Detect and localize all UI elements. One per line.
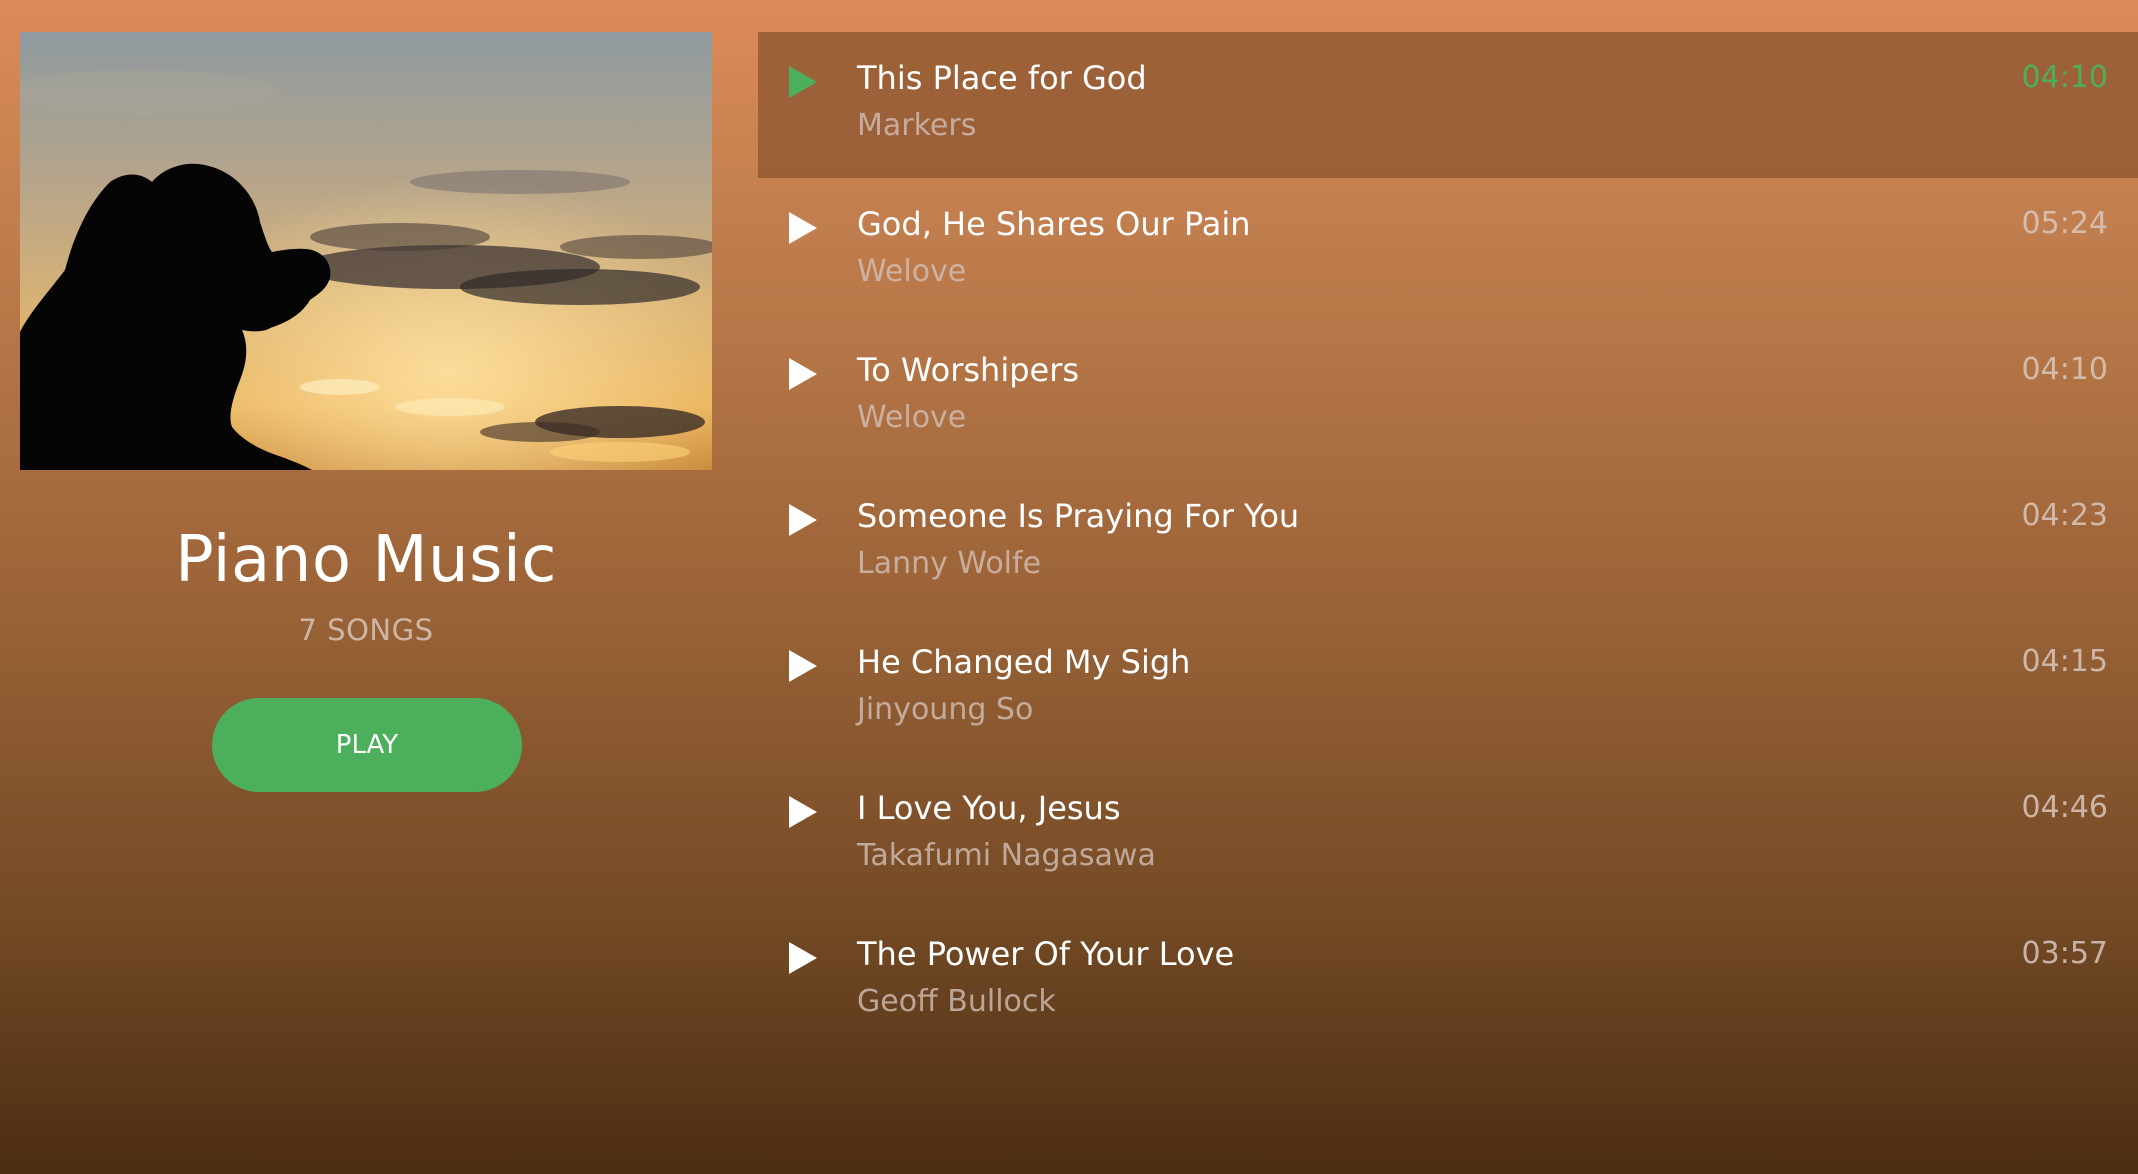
track-artist: Geoff Bullock bbox=[857, 984, 1056, 1019]
track-row[interactable]: To Worshipers Welove 04:10 bbox=[758, 324, 2138, 470]
track-list: This Place for God Markers 04:10 God, He… bbox=[758, 32, 2138, 1054]
play-icon[interactable] bbox=[787, 502, 819, 538]
track-duration: 04:23 bbox=[2021, 498, 2108, 533]
play-all-button[interactable]: PLAY bbox=[212, 698, 522, 792]
track-artist: Markers bbox=[857, 108, 977, 143]
track-row[interactable]: I Love You, Jesus Takafumi Nagasawa 04:4… bbox=[758, 762, 2138, 908]
track-artist: Welove bbox=[857, 400, 967, 435]
track-duration: 04:46 bbox=[2021, 790, 2108, 825]
playlist-title: Piano Music bbox=[175, 523, 557, 597]
play-icon[interactable] bbox=[787, 210, 819, 246]
track-row[interactable]: He Changed My Sigh Jinyoung So 04:15 bbox=[758, 616, 2138, 762]
track-artist: Welove bbox=[857, 254, 967, 289]
track-duration: 04:10 bbox=[2021, 60, 2108, 95]
playlist-panel: Piano Music 7 SONGS PLAY bbox=[0, 0, 732, 1174]
track-artist: Lanny Wolfe bbox=[857, 546, 1042, 581]
track-row[interactable]: This Place for God Markers 04:10 bbox=[758, 32, 2138, 178]
track-duration: 05:24 bbox=[2021, 206, 2108, 241]
play-icon[interactable] bbox=[787, 794, 819, 830]
play-icon[interactable] bbox=[787, 648, 819, 684]
track-title: Someone Is Praying For You bbox=[857, 497, 1300, 535]
play-icon[interactable] bbox=[787, 356, 819, 392]
track-duration: 03:57 bbox=[2021, 936, 2108, 971]
album-cover-image bbox=[20, 32, 712, 470]
track-artist: Takafumi Nagasawa bbox=[857, 838, 1156, 873]
track-title: The Power Of Your Love bbox=[857, 935, 1235, 973]
track-artist: Jinyoung So bbox=[857, 692, 1034, 727]
track-title: This Place for God bbox=[857, 59, 1147, 97]
track-title: I Love You, Jesus bbox=[857, 789, 1121, 827]
song-count: 7 SONGS bbox=[298, 613, 434, 647]
track-title: God, He Shares Our Pain bbox=[857, 205, 1251, 243]
play-icon[interactable] bbox=[787, 64, 819, 100]
track-title: To Worshipers bbox=[857, 351, 1080, 389]
track-row[interactable]: The Power Of Your Love Geoff Bullock 03:… bbox=[758, 908, 2138, 1054]
play-icon[interactable] bbox=[787, 940, 819, 976]
track-row[interactable]: God, He Shares Our Pain Welove 05:24 bbox=[758, 178, 2138, 324]
track-title: He Changed My Sigh bbox=[857, 643, 1191, 681]
track-duration: 04:10 bbox=[2021, 352, 2108, 387]
track-duration: 04:15 bbox=[2021, 644, 2108, 679]
track-row[interactable]: Someone Is Praying For You Lanny Wolfe 0… bbox=[758, 470, 2138, 616]
